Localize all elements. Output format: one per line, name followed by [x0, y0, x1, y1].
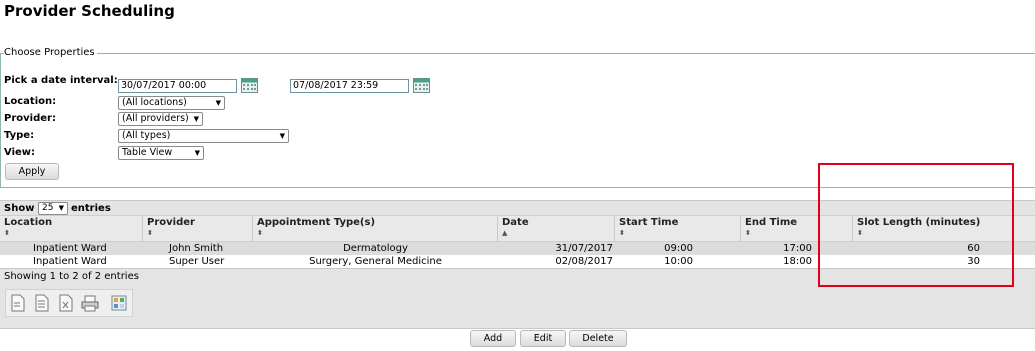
- type-select-value: (All types): [122, 130, 171, 141]
- column-label: Start Time: [619, 217, 679, 228]
- fieldset-legend: Choose Properties: [4, 47, 97, 58]
- sort-icon: ⬍: [4, 229, 10, 237]
- location-label: Location:: [4, 96, 57, 107]
- column-header-start-time[interactable]: Start Time ⬍: [615, 215, 741, 242]
- start-date-input[interactable]: 30/07/2017 00:00: [118, 79, 237, 93]
- location-select[interactable]: (All locations) ▼: [118, 96, 225, 110]
- print-icon[interactable]: [81, 294, 99, 312]
- provider-label: Provider:: [4, 113, 56, 124]
- column-visibility-icon[interactable]: [111, 294, 127, 312]
- cell-start-time: 10:00: [664, 256, 693, 267]
- edit-button[interactable]: Edit: [520, 330, 566, 347]
- cell-appointment-type: Surgery, General Medicine: [309, 256, 442, 267]
- column-header-date[interactable]: Date ▲: [498, 215, 615, 242]
- copy-icon[interactable]: [10, 294, 26, 312]
- cell-date: 02/08/2017: [555, 256, 613, 267]
- view-select[interactable]: Table View ▼: [118, 146, 204, 160]
- table-info: Showing 1 to 2 of 2 entries: [4, 271, 139, 282]
- fieldset-left-border: [0, 53, 1, 188]
- sort-ascending-icon: ▲: [502, 229, 508, 237]
- end-calendar-icon[interactable]: [413, 78, 430, 93]
- chevron-down-icon: ▼: [194, 149, 200, 157]
- cell-location: Inpatient Ward: [33, 243, 107, 254]
- fieldset-top-border: [0, 53, 1035, 54]
- column-header-location[interactable]: Location ⬍: [0, 215, 143, 242]
- chevron-down-icon: ▼: [58, 204, 64, 212]
- column-header-provider[interactable]: Provider ⬍: [143, 215, 253, 242]
- sort-icon: ⬍: [745, 229, 751, 237]
- location-select-value: (All locations): [122, 97, 187, 108]
- page-size-value: 25: [42, 203, 54, 213]
- cell-appointment-type: Dermatology: [343, 243, 408, 254]
- cell-provider: Super User: [169, 256, 225, 267]
- cell-location: Inpatient Ward: [33, 256, 107, 267]
- column-label: Provider: [147, 217, 195, 228]
- end-date-input[interactable]: 07/08/2017 23:59: [290, 79, 409, 93]
- cell-end-time: 18:00: [783, 256, 812, 267]
- cell-end-time: 17:00: [783, 243, 812, 254]
- type-select[interactable]: (All types) ▼: [118, 129, 289, 143]
- type-label: Type:: [4, 130, 35, 141]
- delete-button[interactable]: Delete: [569, 330, 627, 347]
- view-label: View:: [4, 147, 36, 158]
- column-label: Date: [502, 217, 529, 228]
- add-button[interactable]: Add: [470, 330, 516, 347]
- date-interval-label: Pick a date interval:: [4, 75, 118, 86]
- column-label: End Time: [745, 217, 798, 228]
- view-select-value: Table View: [122, 147, 173, 158]
- sort-icon: ⬍: [257, 229, 263, 237]
- column-label: Appointment Type(s): [257, 217, 376, 228]
- page-title: Provider Scheduling: [4, 2, 175, 20]
- excel-icon[interactable]: [58, 294, 74, 312]
- show-label: Show: [4, 203, 35, 214]
- column-header-appointment-types[interactable]: Appointment Type(s) ⬍: [253, 215, 498, 242]
- start-calendar-icon[interactable]: [241, 78, 258, 93]
- cell-date: 31/07/2017: [555, 243, 613, 254]
- sort-icon: ⬍: [147, 229, 153, 237]
- provider-select-value: (All providers): [122, 113, 189, 124]
- highlight-box: [818, 163, 1014, 287]
- entries-label: entries: [71, 203, 111, 214]
- sort-icon: ⬍: [619, 229, 625, 237]
- column-label: Location: [4, 217, 53, 228]
- cell-provider: John Smith: [169, 243, 224, 254]
- provider-select[interactable]: (All providers) ▼: [118, 112, 203, 126]
- chevron-down-icon: ▼: [193, 115, 199, 123]
- csv-icon[interactable]: [34, 294, 50, 312]
- cell-start-time: 09:00: [664, 243, 693, 254]
- chevron-down-icon: ▼: [279, 132, 285, 140]
- page-size-select[interactable]: 25 ▼: [38, 202, 68, 215]
- apply-button[interactable]: Apply: [5, 163, 59, 180]
- chevron-down-icon: ▼: [215, 99, 221, 107]
